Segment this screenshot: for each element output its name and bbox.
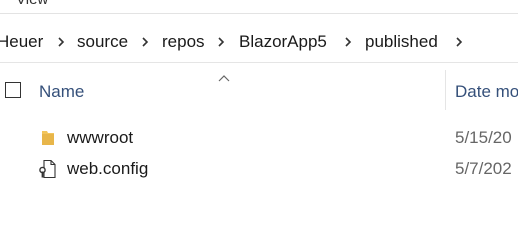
chevron-right-icon[interactable] [141, 32, 149, 52]
breadcrumb-item-published[interactable]: published [365, 32, 438, 52]
column-header-name[interactable]: Name [39, 82, 84, 102]
file-date-modified: 5/7/202 [455, 159, 512, 178]
select-all-checkbox[interactable] [5, 82, 21, 98]
breadcrumb-item-repos[interactable]: repos [162, 32, 205, 52]
file-name[interactable]: web.config [67, 159, 148, 179]
list-item[interactable]: wwwroot 5/15/20 [0, 124, 518, 152]
chevron-right-icon[interactable] [57, 32, 65, 52]
column-resize-handle[interactable] [445, 70, 446, 110]
chevron-right-icon[interactable] [455, 32, 463, 52]
ribbon-tab-view[interactable]: View [16, 0, 48, 8]
chevron-right-icon[interactable] [217, 32, 225, 52]
breadcrumb-item-blazorapp5[interactable]: BlazorApp5 [239, 32, 327, 52]
file-date-modified: 5/15/20 [455, 128, 512, 147]
breadcrumb[interactable]: Heuer source repos BlazorApp5 published [0, 28, 518, 56]
config-file-icon [38, 159, 58, 179]
chevron-right-icon[interactable] [344, 32, 352, 52]
list-item[interactable]: web.config 5/7/202 [0, 155, 518, 183]
folder-icon [38, 128, 58, 148]
ribbon-divider [0, 13, 518, 14]
breadcrumb-item-heuer[interactable]: Heuer [0, 32, 43, 52]
column-header-date-modified[interactable]: Date mo [455, 82, 518, 102]
breadcrumb-item-source[interactable]: source [77, 32, 128, 52]
ribbon-remnant: View [0, 0, 518, 14]
file-name[interactable]: wwwroot [67, 128, 133, 148]
address-bar-divider [0, 62, 518, 63]
